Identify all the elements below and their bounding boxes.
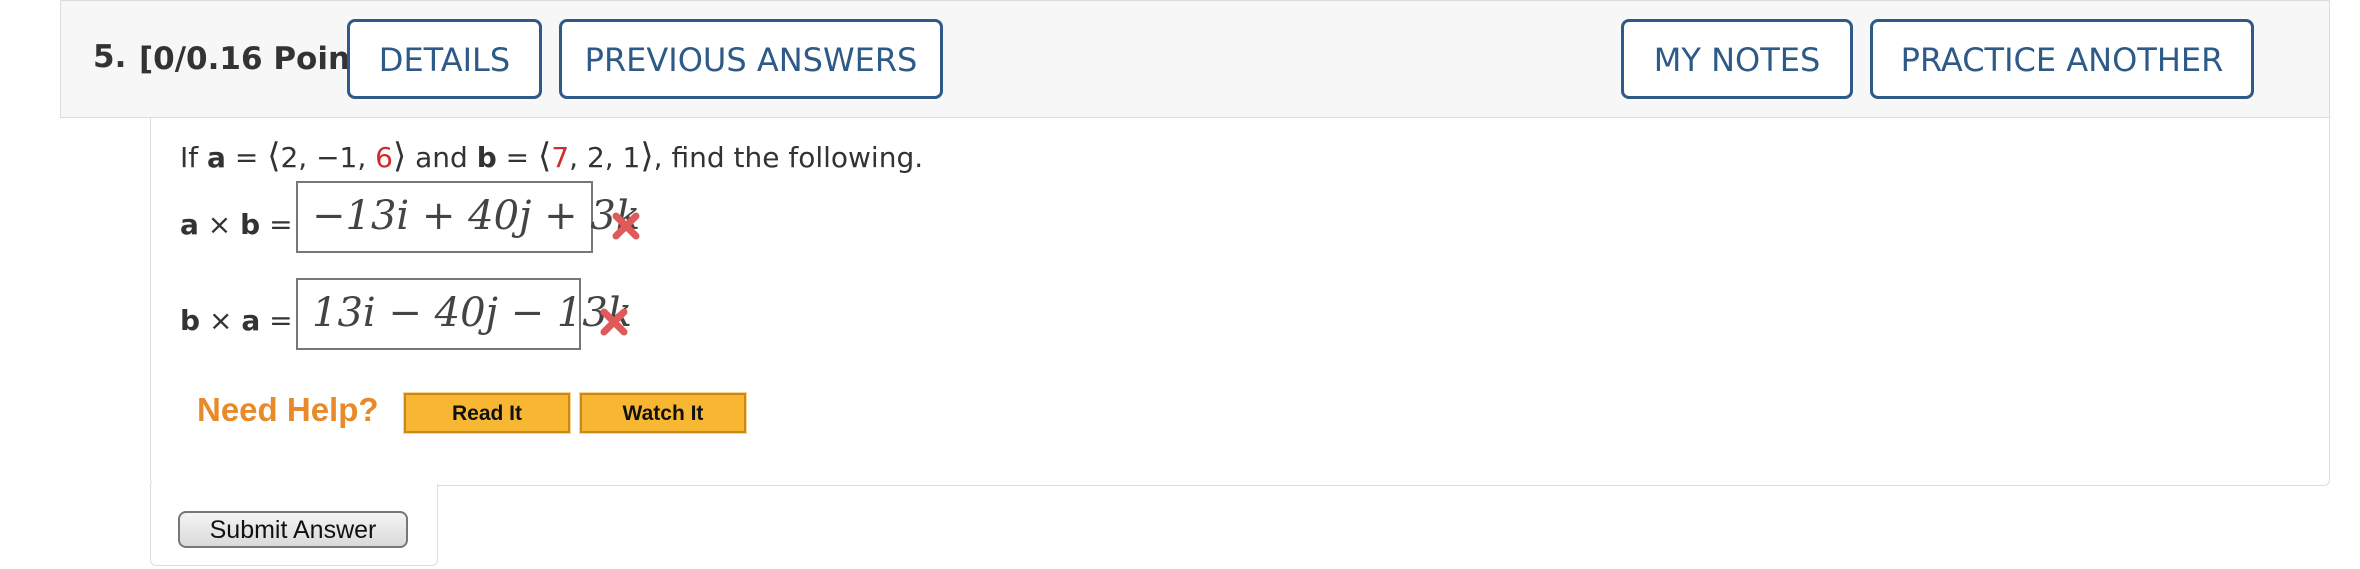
part2-answer-field[interactable]: 13i − 40j − 13k: [296, 278, 632, 350]
question-prompt: If a = ⟨2, −1, 6⟩ and b = ⟨7, 2, 1⟩, fin…: [180, 136, 924, 176]
read-it-button[interactable]: Read It: [403, 392, 571, 434]
question-number: 5.: [93, 39, 127, 75]
part1-label: a × b =: [180, 208, 293, 241]
practice-another-button[interactable]: PRACTICE ANOTHER: [1870, 19, 2254, 99]
need-help-label: Need Help?: [197, 391, 379, 428]
part1-answer-field[interactable]: −13i + 40j + 3k: [296, 181, 640, 253]
previous-answers-button[interactable]: PREVIOUS ANSWERS: [559, 19, 943, 99]
watch-it-button[interactable]: Watch It: [579, 392, 747, 434]
part2-label: b × a =: [180, 304, 293, 337]
my-notes-button[interactable]: MY NOTES: [1621, 19, 1853, 99]
details-button[interactable]: DETAILS: [347, 19, 542, 99]
incorrect-x-icon: [600, 308, 628, 336]
incorrect-x-icon: [612, 212, 640, 240]
submit-answer-button[interactable]: Submit Answer: [178, 511, 408, 548]
